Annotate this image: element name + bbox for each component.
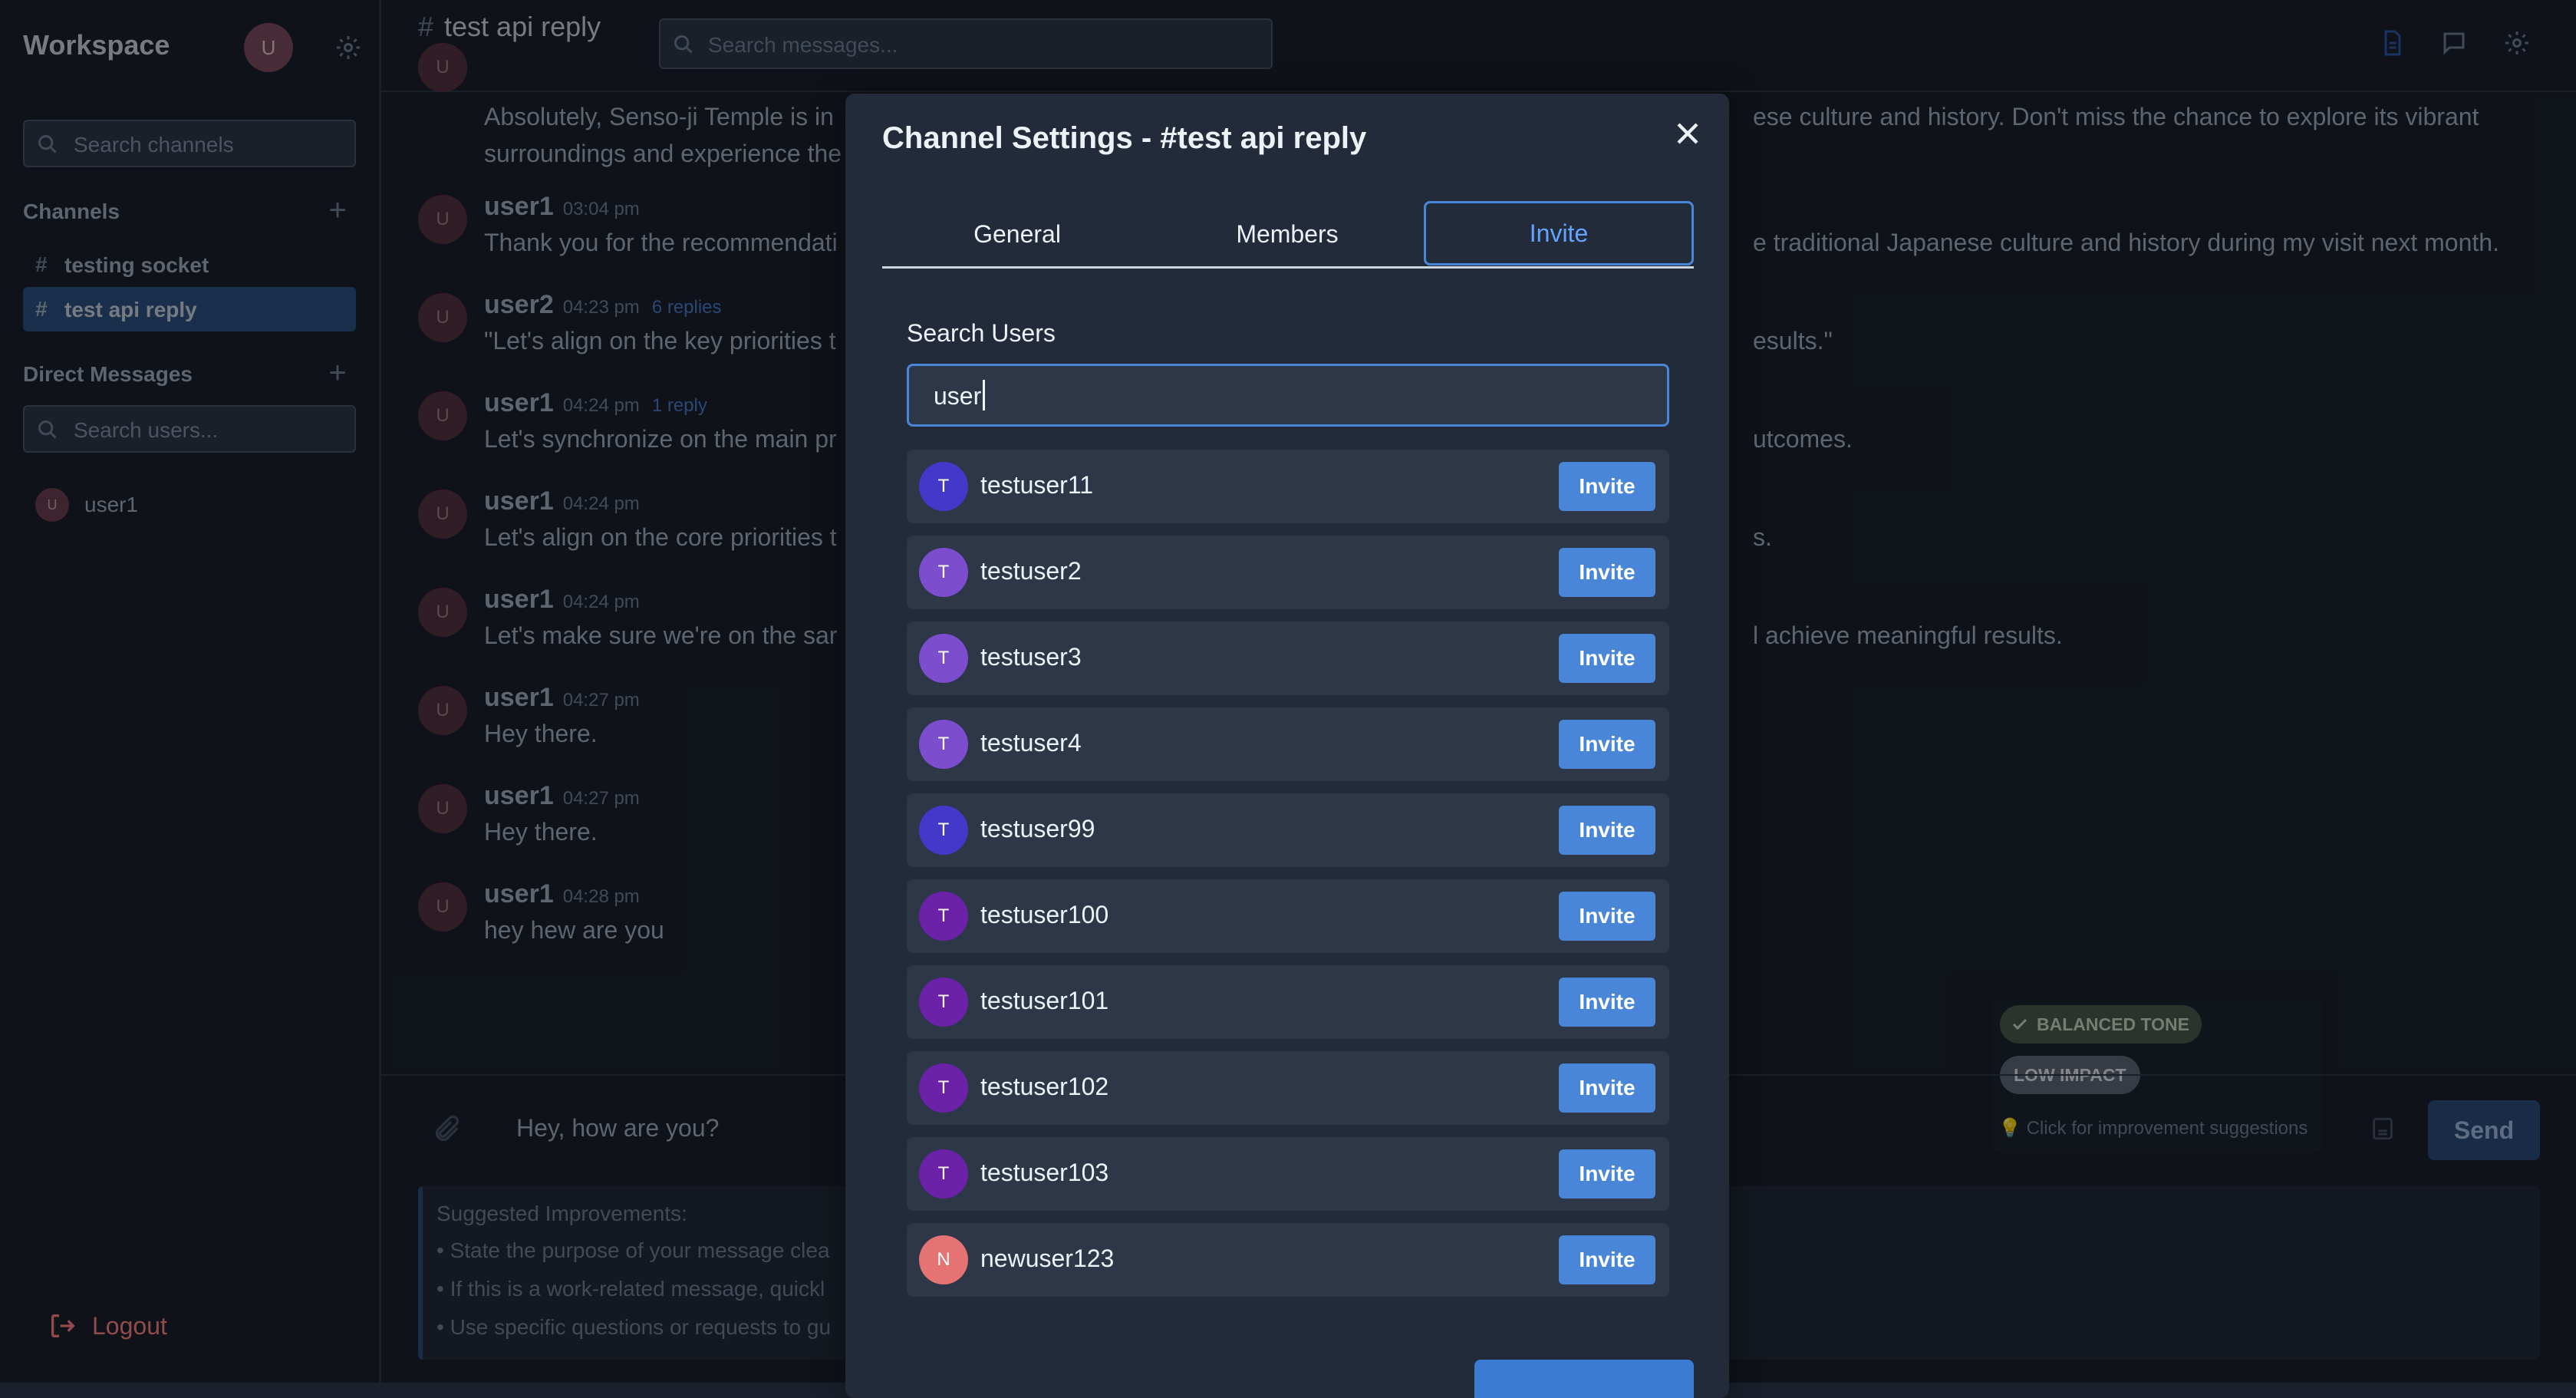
avatar: T [919, 548, 968, 597]
close-icon[interactable] [1669, 115, 1706, 152]
invite-button[interactable]: Invite [1559, 462, 1655, 511]
avatar: T [919, 892, 968, 941]
invite-user-name: testuser101 [980, 987, 1109, 1014]
avatar: T [919, 1149, 968, 1199]
invite-button[interactable]: Invite [1559, 1149, 1655, 1199]
invite-user-name: testuser11 [980, 471, 1094, 499]
invite-button[interactable]: Invite [1559, 1063, 1655, 1113]
invite-user-row: Ttestuser11 Invite [907, 450, 1669, 523]
invite-user-search-input[interactable]: user [907, 364, 1669, 427]
search-value: user [934, 382, 982, 410]
tab-general[interactable]: General [882, 201, 1152, 267]
settings-tabs: General Members Invite [882, 201, 1694, 269]
invite-button[interactable]: Invite [1559, 634, 1655, 683]
avatar: T [919, 462, 968, 511]
save-button[interactable] [1474, 1360, 1694, 1398]
invite-user-name: testuser103 [980, 1159, 1109, 1186]
invite-user-name: testuser102 [980, 1073, 1109, 1100]
text-caret [983, 380, 985, 410]
modal-title: Channel Settings - #test api reply [882, 121, 1367, 155]
avatar: N [919, 1235, 968, 1284]
search-users-label: Search Users [907, 319, 1056, 347]
invite-button[interactable]: Invite [1559, 1235, 1655, 1284]
invite-user-row: Nnewuser123 Invite [907, 1223, 1669, 1297]
avatar: T [919, 978, 968, 1027]
avatar: T [919, 634, 968, 683]
invite-user-name: testuser2 [980, 557, 1082, 585]
invite-user-row: Ttestuser103 Invite [907, 1137, 1669, 1211]
invite-user-name: testuser99 [980, 815, 1095, 842]
invite-user-row: Ttestuser101 Invite [907, 965, 1669, 1039]
tab-members[interactable]: Members [1152, 201, 1422, 267]
invite-user-name: testuser3 [980, 643, 1082, 671]
avatar: T [919, 1063, 968, 1113]
invite-button[interactable]: Invite [1559, 806, 1655, 855]
invite-user-row: Ttestuser4 Invite [907, 707, 1669, 781]
tab-invite[interactable]: Invite [1424, 201, 1694, 265]
avatar: T [919, 806, 968, 855]
invite-user-row: Ttestuser102 Invite [907, 1051, 1669, 1125]
invite-button[interactable]: Invite [1559, 548, 1655, 597]
invite-user-row: Ttestuser100 Invite [907, 879, 1669, 953]
invite-user-name: testuser4 [980, 729, 1082, 757]
invite-button[interactable]: Invite [1559, 892, 1655, 941]
avatar: T [919, 720, 968, 769]
invite-user-row: Ttestuser3 Invite [907, 622, 1669, 695]
invite-button[interactable]: Invite [1559, 978, 1655, 1027]
invite-user-name: testuser100 [980, 901, 1109, 928]
invite-user-name: newuser123 [980, 1245, 1115, 1272]
invite-user-row: Ttestuser99 Invite [907, 793, 1669, 867]
channel-settings-modal: Channel Settings - #test api reply Gener… [845, 94, 1729, 1398]
invite-user-row: Ttestuser2 Invite [907, 536, 1669, 609]
invite-button[interactable]: Invite [1559, 720, 1655, 769]
